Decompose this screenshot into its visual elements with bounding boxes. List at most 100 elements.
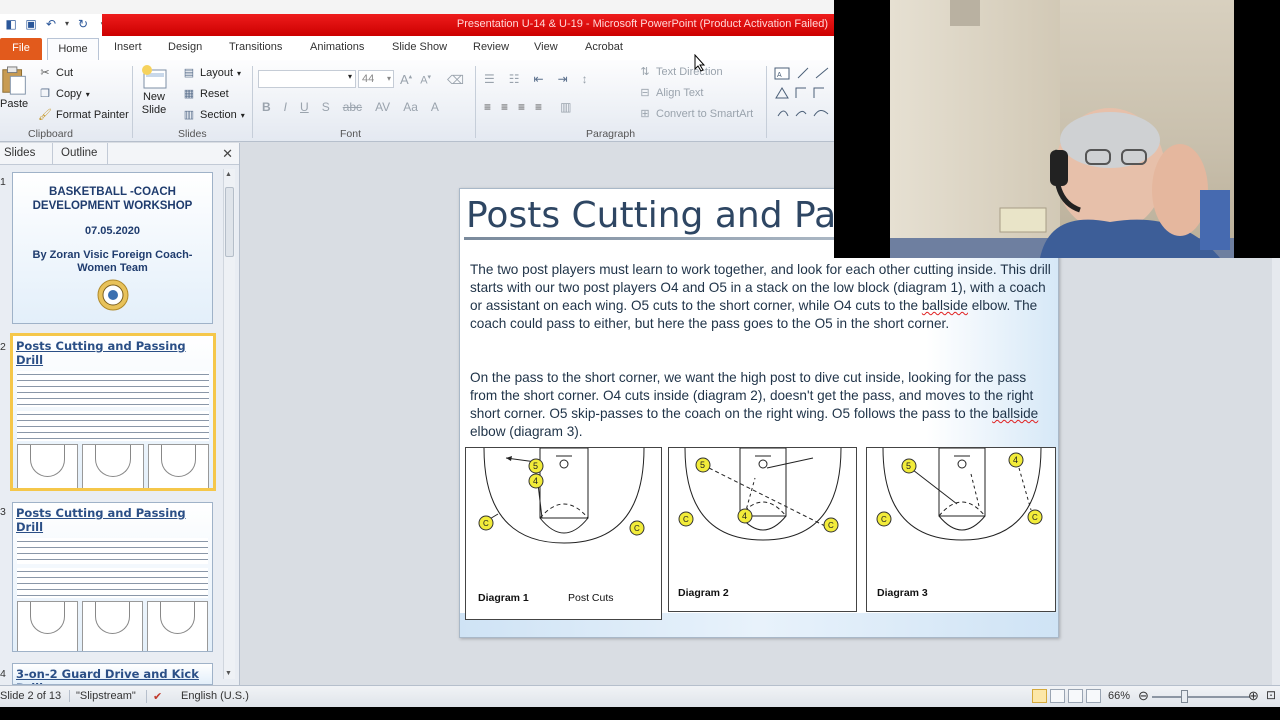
bullets-icon[interactable]: ☰ [484, 72, 495, 86]
zoom-level[interactable]: 66% [1108, 690, 1130, 702]
slide-sorter-view-button[interactable] [1050, 689, 1065, 703]
align-right-icon[interactable]: ≡ [518, 100, 525, 114]
align-left-icon[interactable]: ≡ [484, 100, 491, 114]
slide-thumbnail-1[interactable]: BASKETBALL -COACH DEVELOPMENT WORKSHOP 0… [12, 172, 213, 324]
language-indicator[interactable]: English (U.S.) [181, 690, 249, 702]
divider [475, 66, 476, 138]
thumb-diagram [82, 601, 143, 651]
close-icon[interactable]: ✕ [222, 146, 233, 162]
strikethrough-icon[interactable]: abc [343, 100, 362, 114]
undo-icon[interactable]: ↶ [44, 17, 58, 31]
align-center-icon[interactable]: ≡ [501, 100, 508, 114]
theme-name[interactable]: "Slipstream" [69, 690, 136, 702]
tab-outline[interactable]: Outline [61, 147, 97, 159]
copy-button[interactable]: ❐ Copy ▾ [38, 87, 90, 101]
slide-thumbnail-4[interactable]: 3-on-2 Guard Drive and Kick Drill [12, 663, 213, 685]
convert-smartart-button[interactable]: ⊞ Convert to SmartArt [638, 107, 753, 121]
zoom-in-icon[interactable]: ⊕ [1248, 688, 1259, 704]
svg-text:C: C [683, 515, 689, 524]
pane-tabs: Slides Outline ✕ [0, 143, 239, 165]
tab-design[interactable]: Design [168, 41, 202, 53]
slide-paragraph-2[interactable]: On the pass to the short corner, we want… [470, 369, 1056, 441]
tab-review[interactable]: Review [473, 41, 509, 53]
columns-icon[interactable]: ▥ [560, 100, 571, 114]
ppt-logo-icon[interactable]: ◧ [4, 17, 18, 31]
diagram-2-label: Diagram 2 [678, 587, 729, 599]
tab-slide-show[interactable]: Slide Show [392, 41, 447, 53]
slide-thumbnail-2[interactable]: Posts Cutting and Passing Drill [10, 333, 216, 491]
new-slide-icon [142, 65, 167, 89]
shrink-font-icon[interactable]: A▾ [420, 73, 431, 87]
tab-acrobat[interactable]: Acrobat [585, 41, 623, 53]
thumb-diagram [17, 601, 78, 651]
diagram-3-label: Diagram 3 [877, 587, 928, 599]
font-size-combo[interactable]: 44 ▾ [358, 70, 394, 88]
editor-scrollbar[interactable] [1272, 258, 1280, 685]
ribbon-tab-row: File Home Insert Design Transitions Anim… [0, 36, 834, 60]
font-name-combo[interactable]: ▾ [258, 70, 356, 88]
reading-view-button[interactable] [1068, 689, 1083, 703]
font-group-label: Font [340, 128, 362, 140]
italic-icon[interactable]: I [284, 100, 287, 114]
redo-icon[interactable]: ↻ [76, 17, 90, 31]
tab-insert[interactable]: Insert [114, 41, 142, 53]
thumbnail-number: 2 [0, 341, 6, 353]
clear-format-icon[interactable]: ⌫ [447, 73, 464, 87]
scroll-down-icon[interactable]: ▼ [225, 670, 232, 677]
decrease-indent-icon[interactable]: ⇤ [534, 72, 544, 86]
save-icon[interactable]: ▣ [24, 17, 38, 31]
grow-font-icon[interactable]: A▴ [400, 72, 412, 87]
new-slide-button[interactable]: New Slide [140, 64, 168, 116]
text-direction-button[interactable]: ⇅ Text Direction [638, 65, 722, 79]
top-strip [0, 0, 834, 14]
tab-animations[interactable]: Animations [310, 41, 364, 53]
change-case-icon[interactable]: Aa [403, 100, 418, 114]
font-color-icon[interactable]: A [431, 100, 439, 114]
thumb1-line1: BASKETBALL -COACH [49, 186, 176, 198]
underline-icon[interactable]: U [300, 100, 309, 114]
numbering-icon[interactable]: ☷ [509, 72, 520, 86]
shapes-gallery[interactable]: A [774, 66, 834, 124]
zoom-slider-track[interactable] [1152, 696, 1250, 698]
tab-transitions[interactable]: Transitions [229, 41, 282, 53]
slide-thumbnail-3[interactable]: Posts Cutting and Passing Drill [12, 502, 213, 652]
bold-icon[interactable]: B [262, 100, 271, 114]
webcam-overlay [834, 0, 1280, 258]
reset-icon: ▦ [183, 88, 195, 100]
pane-scrollbar[interactable]: ▲ ▼ [223, 169, 235, 679]
svg-text:4: 4 [742, 511, 747, 521]
tab-slides[interactable]: Slides [4, 147, 35, 159]
slide-paragraph-1[interactable]: The two post players must learn to work … [470, 261, 1056, 333]
tab-view[interactable]: View [534, 41, 558, 53]
format-painter-button[interactable]: 🖌 Format Painter [38, 108, 129, 122]
scroll-up-icon[interactable]: ▲ [225, 171, 232, 178]
thumb2-body-preview [17, 371, 209, 441]
p2-text-b: elbow (diagram 3). [470, 424, 583, 439]
format-painter-icon: 🖌 [38, 109, 52, 121]
cut-button[interactable]: ✂ Cut [38, 66, 73, 80]
char-spacing-icon[interactable]: AV [375, 100, 390, 114]
justify-icon[interactable]: ≡ [535, 100, 542, 114]
tab-home[interactable]: Home [47, 38, 99, 60]
mouse-cursor-icon [694, 54, 706, 72]
spellcheck-icon[interactable]: ✔ [146, 690, 162, 703]
court-drawing-1: 5 4 C C [478, 448, 645, 544]
format-painter-label: Format Painter [56, 109, 129, 121]
zoom-out-icon[interactable]: ⊖ [1138, 688, 1149, 704]
line-spacing-icon[interactable]: ↕ [582, 72, 588, 86]
scrollbar-thumb[interactable] [225, 187, 234, 257]
reset-button[interactable]: ▦ Reset [182, 87, 229, 101]
tab-file[interactable]: File [0, 38, 42, 60]
window-title: Presentation U-14 & U-19 - Microsoft Pow… [456, 18, 828, 30]
layout-button[interactable]: ▤ Layout ▾ [182, 66, 241, 80]
slide-show-view-button[interactable] [1086, 689, 1101, 703]
paste-button[interactable]: Paste [0, 66, 30, 110]
section-button[interactable]: ▥ Section ▾ [182, 108, 245, 122]
shadow-icon[interactable]: S [322, 100, 330, 114]
increase-indent-icon[interactable]: ⇥ [558, 72, 568, 86]
dropdown-icon[interactable]: ▾ [64, 17, 70, 31]
zoom-slider-thumb[interactable] [1181, 690, 1188, 703]
fit-to-window-icon[interactable]: ⊡ [1266, 688, 1276, 702]
normal-view-button[interactable] [1032, 689, 1047, 703]
align-text-button[interactable]: ⊟ Align Text [638, 86, 703, 100]
